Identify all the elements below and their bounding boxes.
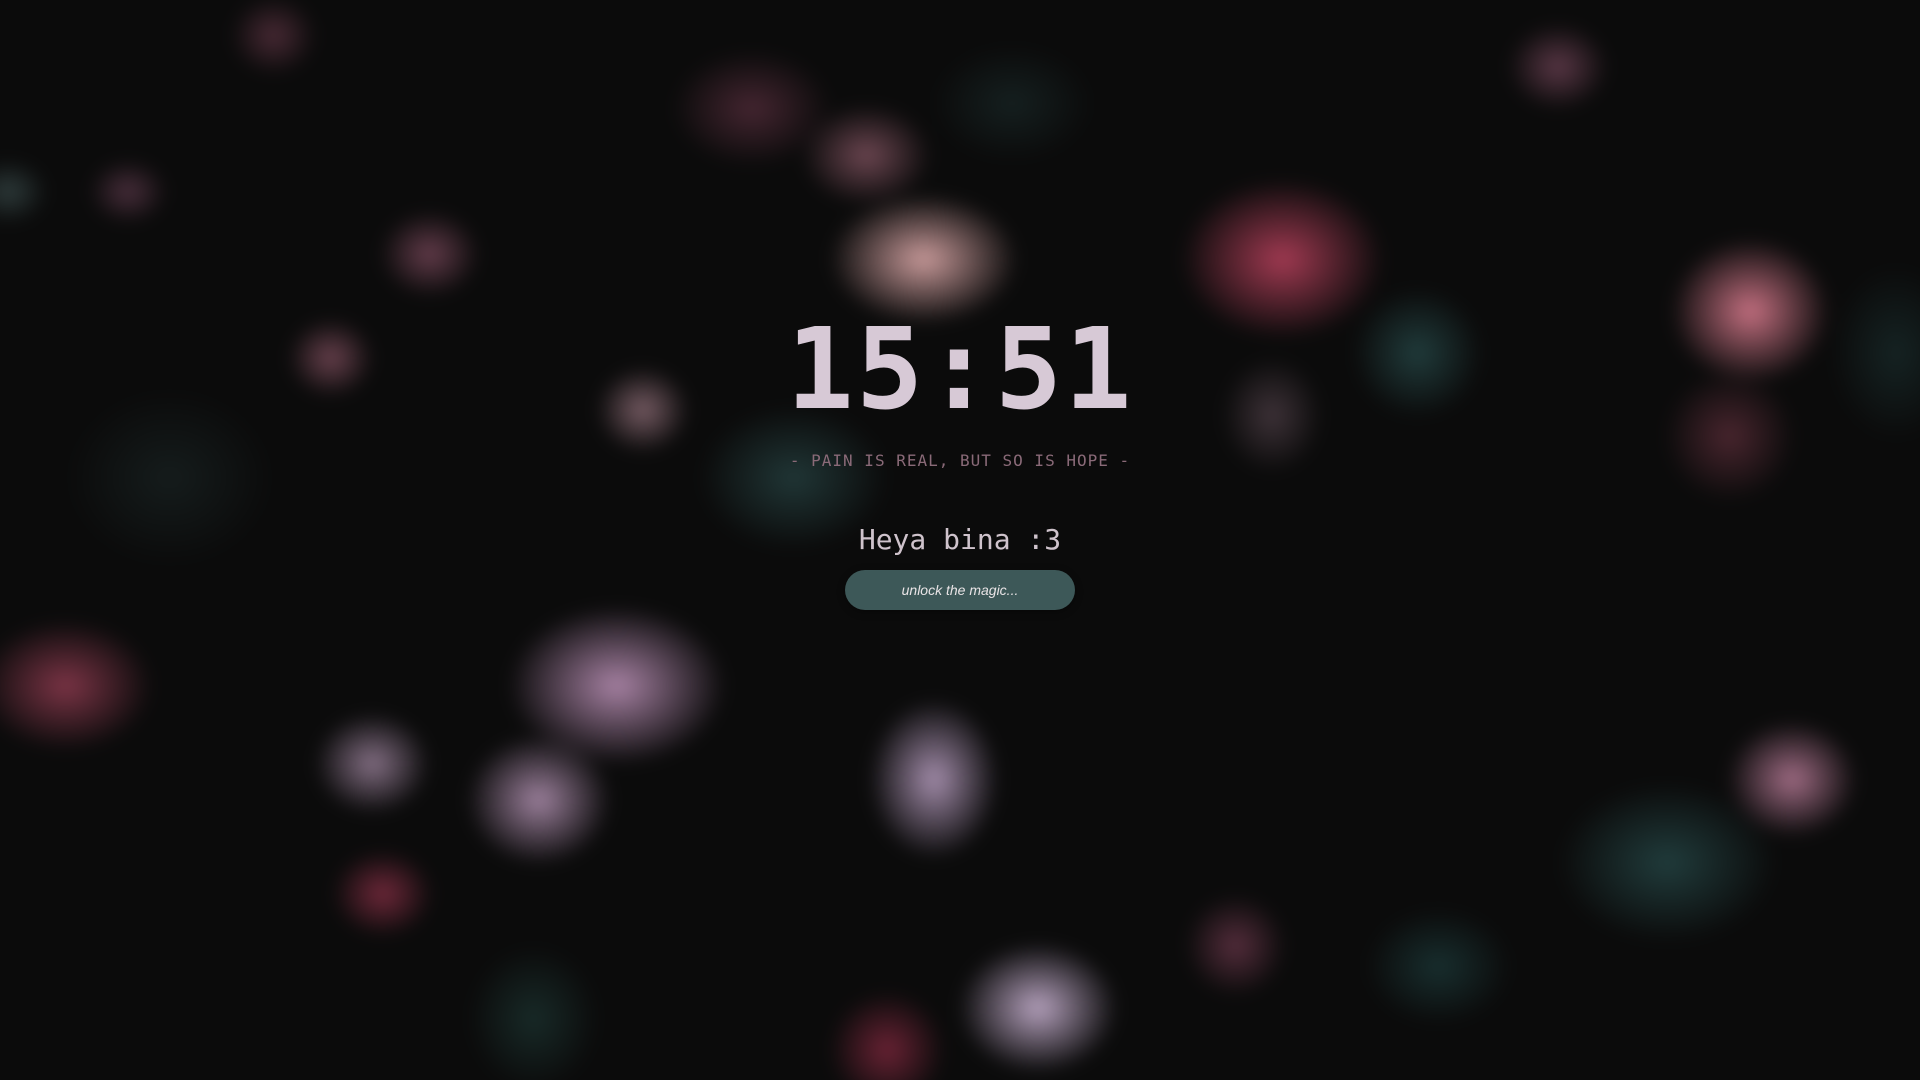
user-greeting: Heya bina :3: [858, 523, 1062, 556]
lock-screen-content: 15:51 - PAIN IS REAL, BUT SO IS HOPE - H…: [0, 0, 1920, 1080]
tagline: - PAIN IS REAL, BUT SO IS HOPE -: [789, 451, 1131, 470]
clock-time: 15:51: [786, 305, 1134, 435]
lock-screen: 15:51 - PAIN IS REAL, BUT SO IS HOPE - H…: [0, 0, 1920, 1080]
unlock-button[interactable]: unlock the magic...: [845, 570, 1075, 610]
